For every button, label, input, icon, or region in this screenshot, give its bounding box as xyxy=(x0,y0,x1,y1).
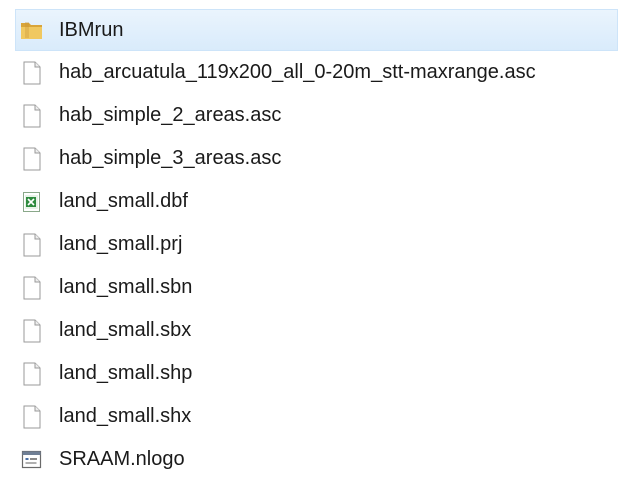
file-name: IBMrun xyxy=(59,18,124,41)
generic-file-icon xyxy=(20,60,44,86)
file-row-land-small-sbn[interactable]: land_small.sbn xyxy=(15,266,618,309)
generic-file-icon xyxy=(20,361,44,387)
file-name: land_small.shx xyxy=(59,405,192,427)
file-name: land_small.sbx xyxy=(59,319,192,341)
file-list: IBMrun hab_arcuatula_119x200_all_0-20m_s… xyxy=(15,9,618,481)
file-name: SRAAM.nlogo xyxy=(59,448,185,470)
file-row-land-small-prj[interactable]: land_small.prj xyxy=(15,223,618,266)
file-row-land-small-shp[interactable]: land_small.shp xyxy=(15,352,618,395)
generic-file-icon xyxy=(20,232,44,258)
file-row-hab-simple-3[interactable]: hab_simple_3_areas.asc xyxy=(15,137,618,180)
file-name: hab_simple_3_areas.asc xyxy=(59,147,282,169)
generic-file-icon xyxy=(20,275,44,301)
file-name: hab_arcuatula_119x200_all_0-20m_stt-maxr… xyxy=(59,61,536,83)
file-name: land_small.sbn xyxy=(59,276,193,298)
file-row-ibmrun[interactable]: IBMrun xyxy=(15,9,618,51)
file-name: hab_simple_2_areas.asc xyxy=(59,104,282,126)
generic-file-icon xyxy=(20,318,44,344)
file-name: land_small.dbf xyxy=(59,190,188,212)
app-window-file-icon xyxy=(20,447,44,473)
generic-file-icon xyxy=(20,146,44,172)
file-row-land-small-shx[interactable]: land_small.shx xyxy=(15,395,618,438)
file-row-land-small-sbx[interactable]: land_small.sbx xyxy=(15,309,618,352)
folder-icon xyxy=(20,17,44,43)
file-row-land-small-dbf[interactable]: land_small.dbf xyxy=(15,180,618,223)
file-name: land_small.prj xyxy=(59,233,183,255)
file-row-hab-simple-2[interactable]: hab_simple_2_areas.asc xyxy=(15,94,618,137)
generic-file-icon xyxy=(20,404,44,430)
excel-file-icon xyxy=(20,189,44,215)
file-name: land_small.shp xyxy=(59,362,193,384)
file-row-sraam-nlogo[interactable]: SRAAM.nlogo xyxy=(15,438,618,481)
generic-file-icon xyxy=(20,103,44,129)
file-row-hab-arcuatula[interactable]: hab_arcuatula_119x200_all_0-20m_stt-maxr… xyxy=(15,51,618,94)
